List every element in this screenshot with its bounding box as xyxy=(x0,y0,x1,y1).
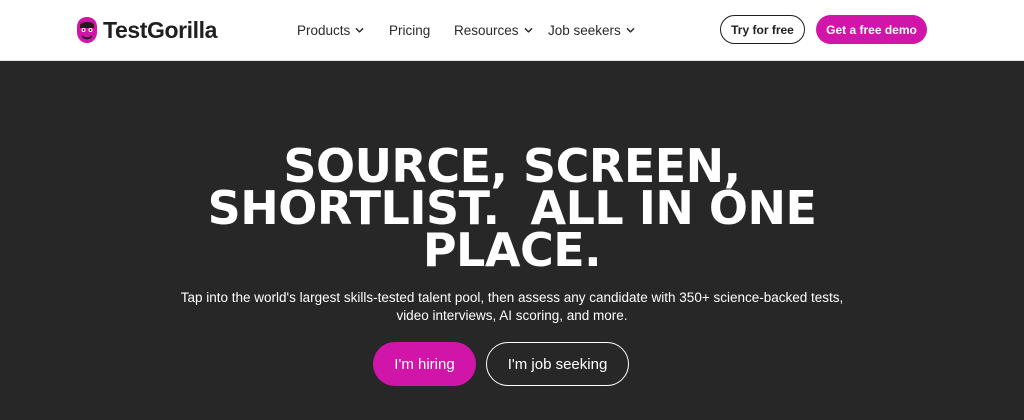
nav-item-resources[interactable]: Resources xyxy=(454,23,533,38)
nav-item-pricing[interactable]: Pricing xyxy=(389,23,430,38)
try-for-free-button[interactable]: Try for free xyxy=(720,15,805,44)
brand-name: TestGorilla xyxy=(103,16,218,43)
subtext-line: video interviews, AI scoring, and more. xyxy=(396,308,628,323)
im-job-seeking-button[interactable]: I'm job seeking xyxy=(486,342,629,386)
chevron-down-icon xyxy=(355,27,364,33)
chevron-down-icon xyxy=(626,27,635,33)
headline-line: PLACE. xyxy=(422,223,602,277)
hero-headline: SOURCE, SCREEN, SHORTLIST. ALL IN ONE PL… xyxy=(0,143,1024,277)
chevron-down-icon xyxy=(524,27,532,33)
hero-section: SOURCE, SCREEN, SHORTLIST. ALL IN ONE PL… xyxy=(0,62,1024,420)
nav-item-label: Pricing xyxy=(389,22,431,38)
get-free-demo-button[interactable]: Get a free demo xyxy=(816,15,927,44)
nav-item-job-seekers[interactable]: Job seekers xyxy=(548,23,635,38)
hero-subtext: Tap into the world's largest skills-test… xyxy=(0,289,1024,325)
subtext-line: Tap into the world's largest skills-test… xyxy=(180,290,844,305)
brand-logo[interactable]: TestGorilla xyxy=(75,14,217,46)
im-hiring-button[interactable]: I'm hiring xyxy=(373,342,476,386)
nav-item-label: Job seekers xyxy=(548,22,621,38)
nav-item-label: Products xyxy=(297,22,351,38)
nav-item-label: Resources xyxy=(454,22,519,38)
gorilla-icon xyxy=(77,17,97,43)
nav-item-products[interactable]: Products xyxy=(297,23,364,38)
site-header: TestGorilla Products Pricing Resources J… xyxy=(0,0,1024,61)
